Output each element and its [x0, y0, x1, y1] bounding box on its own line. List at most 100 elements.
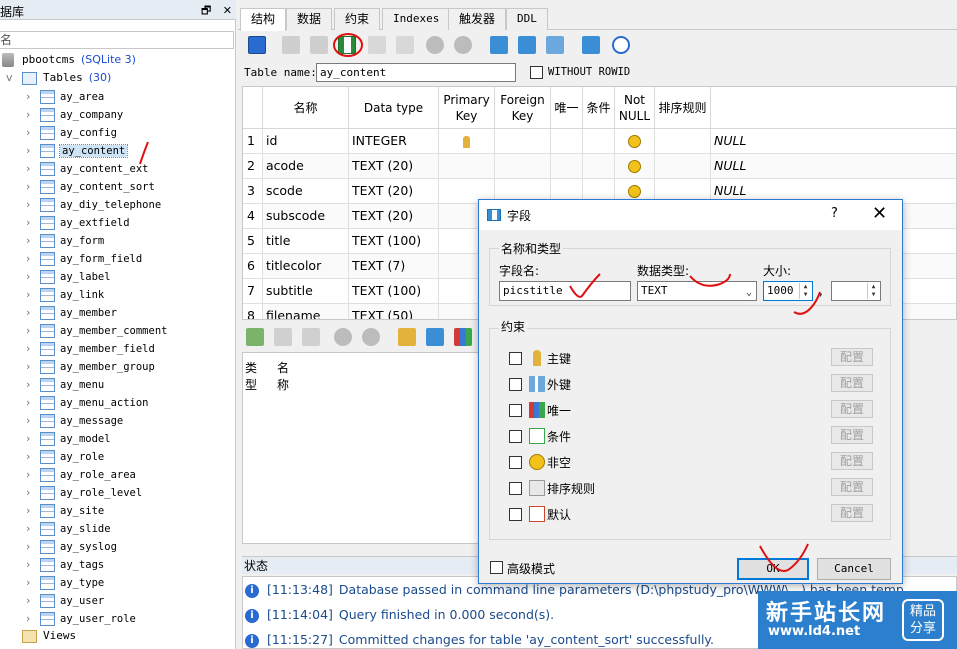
tab-3[interactable]: Indexes — [382, 8, 451, 30]
table-item[interactable]: › ay_config — [26, 123, 117, 141]
add-fk-constraint-icon[interactable] — [426, 328, 444, 346]
chevron-right-icon[interactable]: › — [26, 232, 36, 250]
column-name-cell[interactable]: titlecolor — [263, 254, 349, 279]
help-button[interactable]: ? — [831, 206, 838, 221]
table-name-input[interactable]: ay_content — [316, 63, 516, 82]
table-item[interactable]: › ay_member_group — [26, 357, 155, 375]
constraint-checkbox[interactable] — [509, 404, 522, 417]
size-spinbox[interactable]: 1000 ▲ ▼ — [763, 281, 813, 301]
chevron-right-icon[interactable]: › — [26, 88, 36, 106]
cancel-button[interactable]: Cancel — [817, 558, 891, 580]
refresh-icon[interactable] — [248, 36, 266, 54]
not-null-cell[interactable] — [615, 154, 655, 179]
scale-spinbox[interactable]: ▲ ▼ — [831, 281, 881, 301]
close-icon[interactable]: ✕ — [223, 4, 232, 17]
column-name-cell[interactable]: id — [263, 129, 349, 154]
chevron-right-icon[interactable]: › — [26, 358, 36, 376]
table-item[interactable]: › ay_content_ext — [26, 159, 149, 177]
chevron-right-icon[interactable]: › — [26, 106, 36, 124]
chevron-right-icon[interactable]: › — [26, 304, 36, 322]
table-item[interactable]: › ay_user_role — [26, 609, 136, 627]
column-name-cell[interactable]: title — [263, 229, 349, 254]
table-item[interactable]: › ay_role_area — [26, 465, 136, 483]
chevron-right-icon[interactable]: › — [26, 376, 36, 394]
table-item[interactable]: › ay_member_field — [26, 339, 155, 357]
scale-spin-arrows-icon[interactable]: ▲ ▼ — [867, 283, 879, 299]
chevron-right-icon[interactable]: › — [26, 574, 36, 592]
views-node[interactable]: Views — [22, 627, 76, 645]
chevron-right-icon[interactable]: › — [26, 610, 36, 628]
add-unique-icon[interactable] — [546, 36, 564, 54]
constraint-checkbox[interactable] — [509, 482, 522, 495]
primary-key-cell[interactable] — [439, 129, 495, 154]
configure-button[interactable]: 配置 — [831, 374, 873, 392]
tab-1[interactable]: 数据 — [286, 8, 333, 30]
table-item[interactable]: › ay_type — [26, 573, 104, 591]
chevron-right-icon[interactable]: › — [26, 520, 36, 538]
table-item[interactable]: › ay_message — [26, 411, 123, 429]
size-spin-arrows-icon[interactable]: ▲ ▼ — [799, 283, 811, 299]
tab-5[interactable]: DDL — [506, 8, 548, 30]
chevron-right-icon[interactable]: › — [26, 502, 36, 520]
constraint-checkbox[interactable] — [509, 378, 522, 391]
table-item[interactable]: › ay_form — [26, 231, 104, 249]
data-type-cell[interactable]: TEXT (100) — [349, 229, 439, 254]
dialog-close-button[interactable]: ✕ — [872, 203, 887, 224]
table-item[interactable]: › ay_menu — [26, 375, 104, 393]
rollback-icon[interactable] — [310, 36, 328, 54]
data-type-cell[interactable]: TEXT (100) — [349, 279, 439, 304]
data-type-cell[interactable]: TEXT (20) — [349, 204, 439, 229]
table-item[interactable]: › ay_syslog — [26, 537, 117, 555]
table-item[interactable]: › ay_extfield — [26, 213, 130, 231]
chevron-right-icon[interactable]: › — [26, 466, 36, 484]
chevron-right-icon[interactable]: › — [26, 394, 36, 412]
data-type-cell[interactable]: TEXT (20) — [349, 154, 439, 179]
data-type-cell[interactable]: TEXT (7) — [349, 254, 439, 279]
table-item[interactable]: › ay_member — [26, 303, 117, 321]
chevron-right-icon[interactable]: › — [26, 214, 36, 232]
commit-icon[interactable] — [282, 36, 300, 54]
tab-0[interactable]: 结构 — [240, 8, 287, 31]
table-item[interactable]: › ay_menu_action — [26, 393, 149, 411]
column-name-cell[interactable]: subscode — [263, 204, 349, 229]
without-rowid-checkbox[interactable] — [530, 66, 543, 79]
data-type-cell[interactable]: TEXT (50) — [349, 304, 439, 319]
delete-constraint-icon[interactable] — [302, 328, 320, 346]
configure-button[interactable]: 配置 — [831, 504, 873, 522]
configure-button[interactable]: 配置 — [831, 452, 873, 470]
add-constraint-icon[interactable] — [246, 328, 264, 346]
chevron-right-icon[interactable]: › — [26, 322, 36, 340]
tab-4[interactable]: 触发器 — [448, 8, 507, 30]
chevron-right-icon[interactable]: › — [26, 250, 36, 268]
constraint-up-icon[interactable] — [334, 328, 352, 346]
data-type-cell[interactable]: INTEGER — [349, 129, 439, 154]
add-fk-icon[interactable] — [518, 36, 536, 54]
column-name-cell[interactable]: subtitle — [263, 279, 349, 304]
constraint-checkbox[interactable] — [509, 352, 522, 365]
configure-button[interactable]: 配置 — [831, 400, 873, 418]
edit-column-icon[interactable] — [368, 36, 386, 54]
constraint-checkbox[interactable] — [509, 508, 522, 521]
default-value-cell[interactable]: NULL — [711, 129, 956, 154]
chevron-right-icon[interactable]: › — [26, 178, 36, 196]
edit-constraint-icon[interactable] — [274, 328, 292, 346]
default-value-cell[interactable]: NULL — [711, 154, 956, 179]
table-item[interactable]: › ay_form_field — [26, 249, 142, 267]
table-item[interactable]: › ay_role — [26, 447, 104, 465]
move-up-icon[interactable] — [426, 36, 444, 54]
undo-icon[interactable] — [612, 36, 630, 54]
chevron-right-icon[interactable]: › — [26, 124, 36, 142]
not-null-cell[interactable] — [615, 129, 655, 154]
table-item[interactable]: › ay_role_level — [26, 483, 142, 501]
chevron-right-icon[interactable]: › — [26, 196, 36, 214]
chevron-right-icon[interactable]: › — [26, 340, 36, 358]
chevron-right-icon[interactable]: › — [26, 286, 36, 304]
table-item[interactable]: › ay_content_sort — [26, 177, 155, 195]
table-item[interactable]: › ay_site — [26, 501, 104, 519]
collation-cell[interactable] — [655, 129, 711, 154]
chevron-right-icon[interactable]: › — [26, 556, 36, 574]
constraint-down-icon[interactable] — [362, 328, 380, 346]
column-name-cell[interactable]: scode — [263, 179, 349, 204]
filter-input[interactable]: 名 — [0, 31, 234, 49]
table-item[interactable]: › ay_tags — [26, 555, 104, 573]
